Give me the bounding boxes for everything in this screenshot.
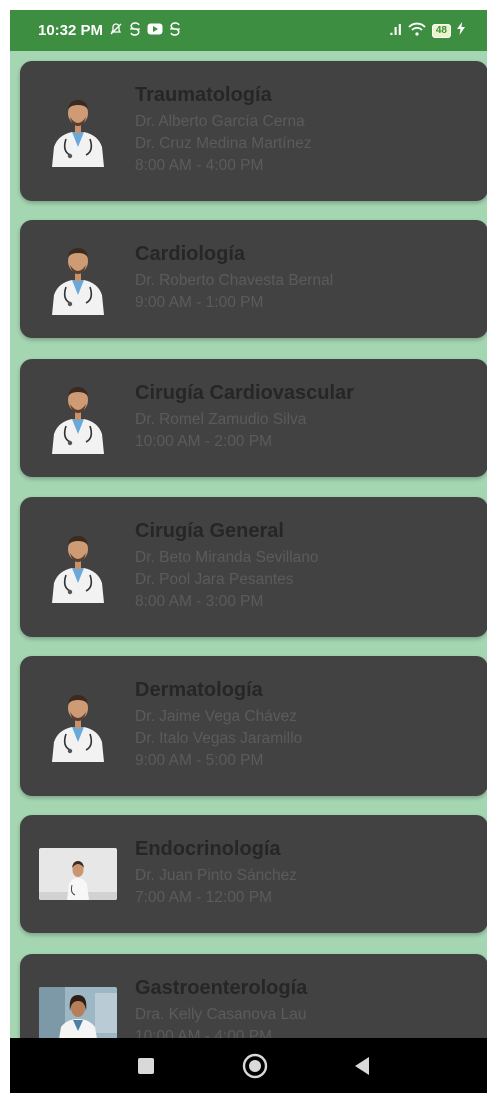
doctor-avatar-icon bbox=[48, 531, 108, 603]
s-icon bbox=[169, 22, 181, 39]
recents-square-icon[interactable] bbox=[132, 1038, 160, 1093]
status-bar: 10:32 PM .ıl 48 bbox=[10, 10, 487, 51]
doctor-photo-icon bbox=[39, 848, 117, 900]
phone-screen: 10:32 PM .ıl 48 Traumatología Dr. Albert… bbox=[10, 10, 487, 1093]
specialty-title: Cardiología bbox=[135, 243, 246, 265]
home-circle-icon[interactable] bbox=[239, 1038, 271, 1093]
charging-bolt-icon bbox=[457, 22, 465, 39]
doctor-name: Dr. Roberto Chavesta Bernal bbox=[135, 272, 334, 289]
doctor-avatar-icon bbox=[48, 382, 108, 454]
schedule-hours: 8:00 AM - 4:00 PM bbox=[135, 157, 264, 174]
doctor-avatar-icon bbox=[48, 243, 108, 315]
status-right: .ıl 48 bbox=[389, 22, 465, 40]
specialty-card[interactable]: Dermatología Dr. Jaime Vega Chávez Dr. Ita… bbox=[20, 656, 487, 796]
specialty-title: Dermatología bbox=[135, 679, 263, 701]
specialty-title: Gastroenterología bbox=[135, 977, 308, 999]
doctor-name: Dr. Italo Vegas Jaramillo bbox=[135, 730, 303, 747]
doctor-avatar-icon bbox=[48, 95, 108, 167]
wifi-icon bbox=[408, 22, 426, 40]
status-left: 10:32 PM bbox=[38, 22, 181, 39]
schedule-hours: 9:00 AM - 5:00 PM bbox=[135, 752, 264, 769]
back-triangle-icon[interactable] bbox=[348, 1038, 376, 1093]
doctor-name: Dr. Juan Pinto Sánchez bbox=[135, 867, 297, 884]
status-time: 10:32 PM bbox=[38, 22, 104, 39]
schedule-hours: 9:00 AM - 1:00 PM bbox=[135, 294, 264, 311]
youtube-icon bbox=[147, 23, 163, 38]
doctor-female-photo-icon bbox=[39, 987, 117, 1039]
signal-icon: .ıl bbox=[389, 22, 402, 39]
specialty-card[interactable]: Endocrinología Dr. Juan Pinto Sánchez 7:00… bbox=[20, 815, 487, 933]
specialty-title: Traumatología bbox=[135, 84, 272, 106]
doctor-name: Dr. Beto Miranda Sevillano bbox=[135, 549, 319, 566]
doctor-name: Dr. Pool Jara Pesantes bbox=[135, 571, 294, 588]
doctor-name: Dr. Romel Zamudio Silva bbox=[135, 411, 307, 428]
doctor-name: Dr. Alberto García Cerna bbox=[135, 113, 305, 130]
schedule-hours: 10:00 AM - 2:00 PM bbox=[135, 433, 272, 450]
schedule-hours: 8:00 AM - 3:00 PM bbox=[135, 593, 264, 610]
bell-off-icon bbox=[109, 22, 123, 39]
specialty-title: Cirugía General bbox=[135, 520, 284, 542]
doctor-name: Dra. Kelly Casanova Lau bbox=[135, 1006, 307, 1023]
doctor-name: Dr. Cruz Medina Martínez bbox=[135, 135, 312, 152]
navigation-bar bbox=[10, 1038, 487, 1093]
specialty-card[interactable]: Cirugía Cardiovascular Dr. Romel Zamudio … bbox=[20, 359, 487, 477]
specialty-card[interactable]: Cirugía General Dr. Beto Miranda Sevillan… bbox=[20, 497, 487, 637]
specialty-card[interactable]: Cardiología Dr. Roberto Chavesta Bernal 9:… bbox=[20, 220, 487, 338]
doctor-name: Dr. Jaime Vega Chávez bbox=[135, 708, 297, 725]
schedule-hours: 7:00 AM - 12:00 PM bbox=[135, 889, 272, 906]
doctor-avatar-icon bbox=[48, 690, 108, 762]
specialty-card[interactable]: Traumatología Dr. Alberto García Cerna Dr.… bbox=[20, 61, 487, 201]
s-icon bbox=[129, 22, 141, 39]
specialty-title: Cirugía Cardiovascular bbox=[135, 382, 354, 404]
specialty-title: Endocrinología bbox=[135, 838, 281, 860]
battery-icon: 48 bbox=[431, 23, 451, 38]
